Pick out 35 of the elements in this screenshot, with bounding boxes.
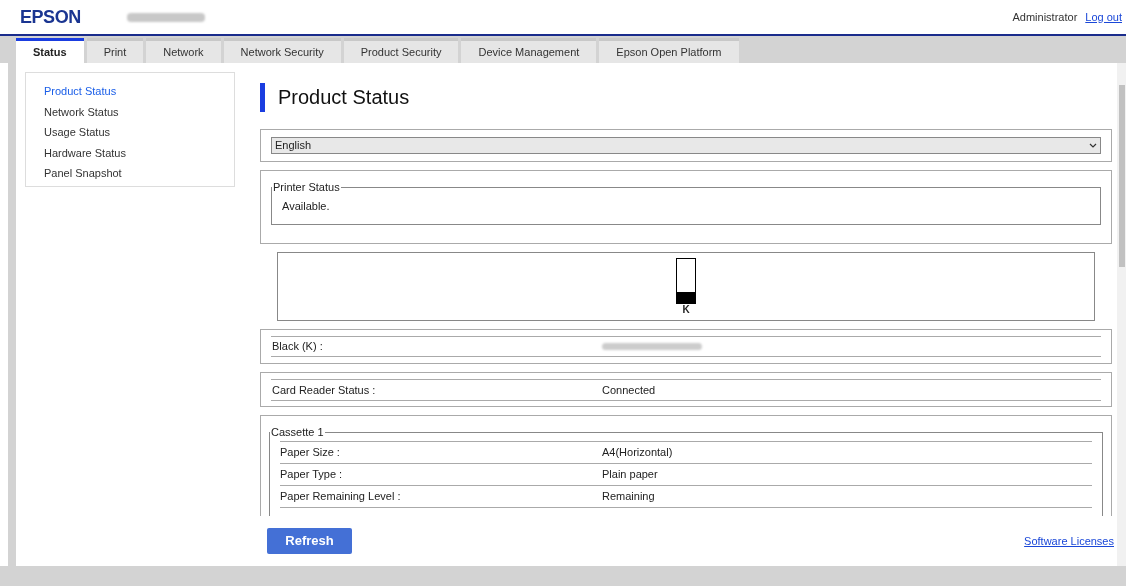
sidebar-link[interactable]: Product Status — [44, 83, 117, 100]
logo: EPSON — [20, 5, 81, 29]
cassette-value: A4(Horizontal) — [602, 444, 673, 460]
ink-label: Black (K) : — [272, 339, 324, 355]
refresh-button[interactable]: Refresh — [267, 528, 352, 554]
tab[interactable]: Epson Open Platform — [599, 38, 739, 63]
ink-color-label: K — [682, 304, 690, 316]
cassette-value: Plain paper — [602, 466, 658, 482]
scrollbar[interactable] — [1117, 63, 1126, 566]
printer-status-legend: Printer Status — [272, 179, 341, 196]
language-select[interactable]: English — [271, 137, 1101, 154]
page-title: Product Status — [278, 85, 410, 110]
card-reader-label: Card Reader Status : — [272, 382, 377, 398]
card-reader-value: Connected — [602, 382, 656, 398]
cassette-label: Paper Type : — [280, 466, 344, 482]
software-licenses-link[interactable]: Software Licenses — [1024, 532, 1114, 550]
cassette-value: Remaining — [602, 488, 655, 504]
tab[interactable]: Network Security — [223, 38, 341, 63]
sidebar-link[interactable]: Network Status — [44, 103, 119, 120]
cassette-label: Paper Size : — [280, 444, 341, 460]
user-name: Administrator — [1012, 9, 1078, 25]
chevron-down-icon — [1089, 143, 1097, 148]
title-accent-bar — [260, 82, 265, 112]
sidebar-link[interactable]: Panel Snapshot — [44, 165, 122, 182]
cassette-legend: Cassette 1 — [270, 424, 325, 441]
cassette-label: Paper Remaining Level : — [280, 488, 402, 504]
logout-link[interactable]: Log out — [1085, 8, 1122, 26]
tab[interactable]: Device Management — [461, 38, 597, 63]
sidebar-link[interactable]: Usage Status — [44, 124, 111, 141]
tab[interactable]: Product Security — [343, 38, 459, 63]
tab[interactable]: Print — [86, 38, 144, 63]
tab[interactable]: Status — [16, 38, 84, 63]
tab[interactable]: Network — [146, 38, 221, 63]
printer-status-text: Available. — [282, 198, 331, 214]
sidebar-link[interactable]: Hardware Status — [44, 144, 126, 161]
